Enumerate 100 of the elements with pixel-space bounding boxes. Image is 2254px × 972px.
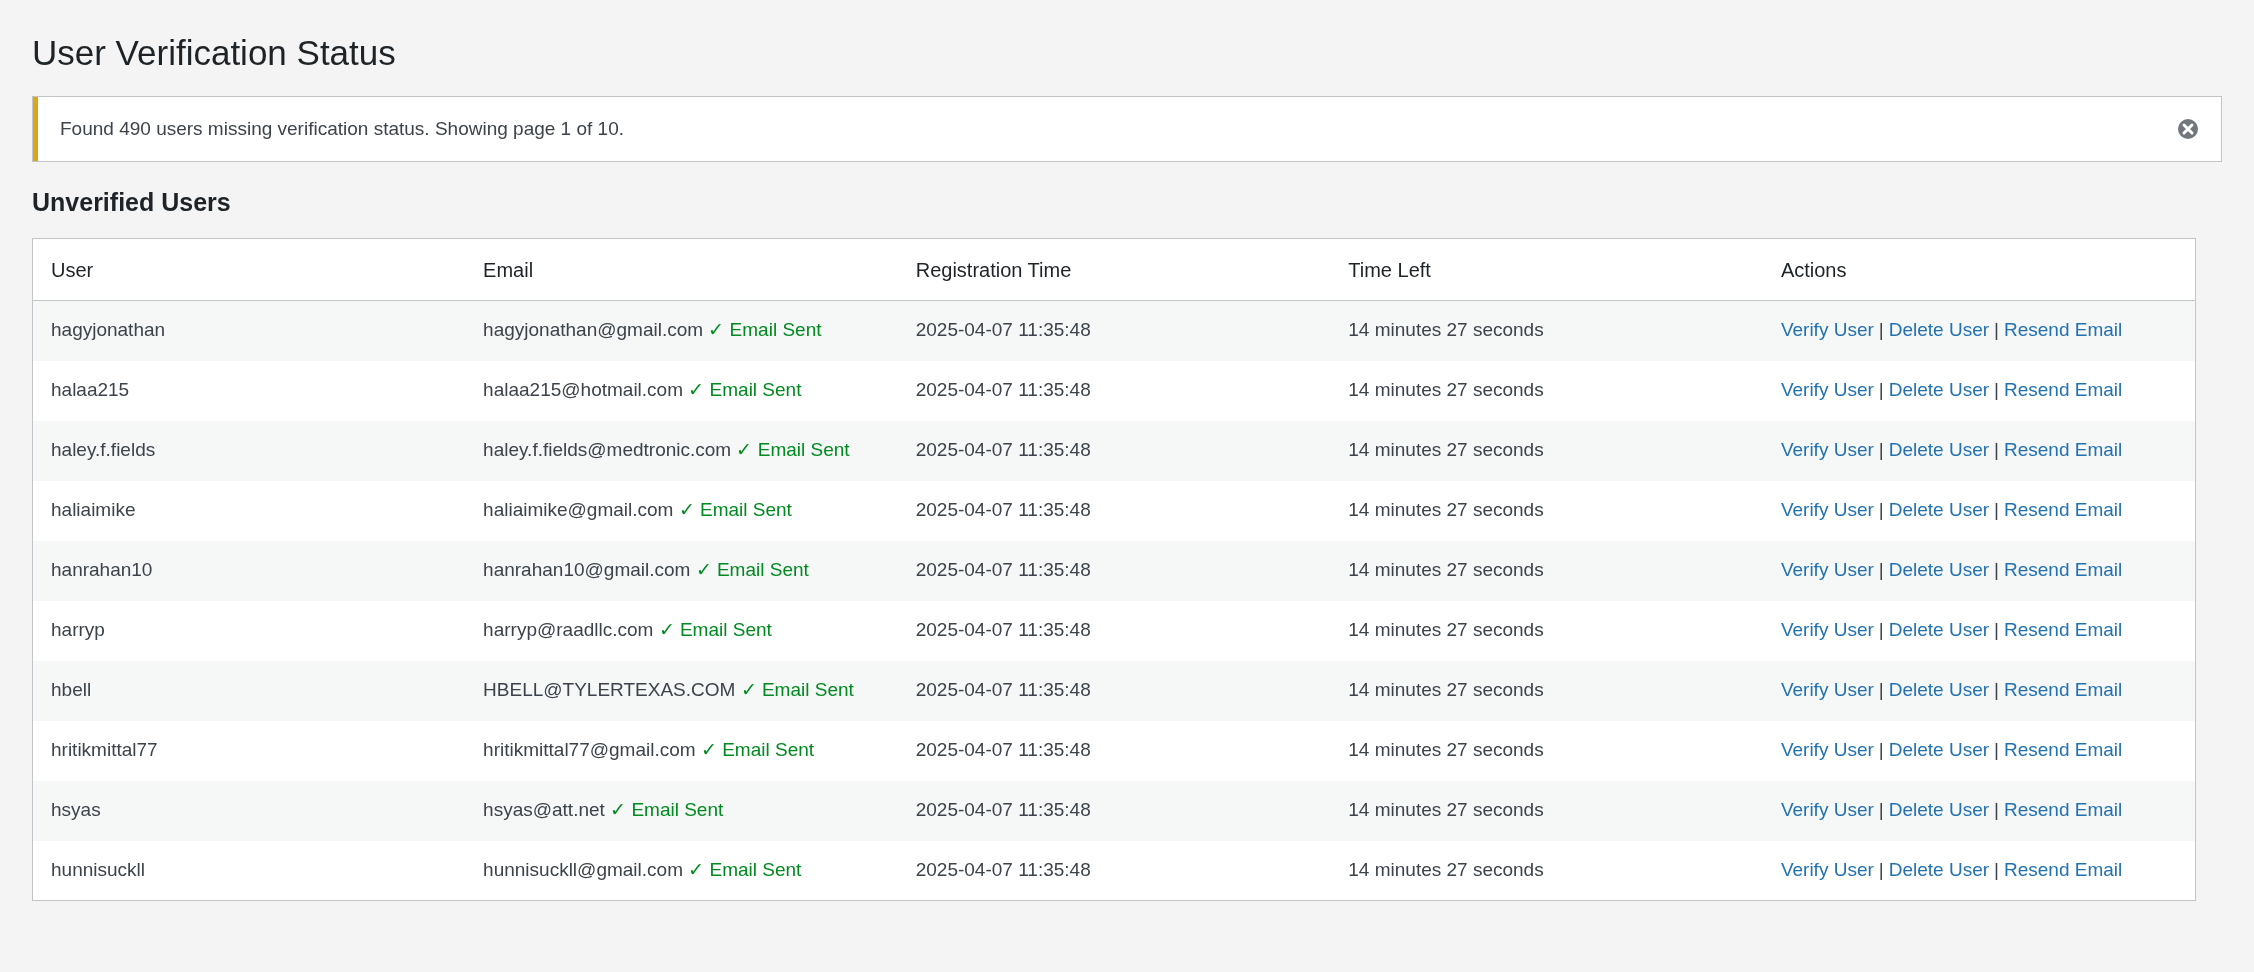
email-text: harryp@raadllc.com <box>483 618 654 640</box>
notice-text: Found 490 users missing verification status. Showing page 1 of 10. <box>60 116 625 141</box>
action-link[interactable]: Resend Email <box>2004 678 2123 700</box>
action-link[interactable]: Delete User <box>1888 738 1990 760</box>
separator-text: | <box>1878 438 1884 460</box>
action-link[interactable]: Verify User <box>1780 678 1874 700</box>
action-link[interactable]: Delete User <box>1888 438 1990 460</box>
action-link[interactable]: Delete User <box>1888 498 1990 520</box>
registration-time-cell: 2025-04-07 11:35:48 <box>897 540 1331 601</box>
time-left-cell: 14 minutes 27 seconds <box>1330 720 1763 781</box>
separator-text: | <box>1878 319 1884 340</box>
email-text: HBELL@TYLERTEXAS.COM <box>483 678 736 700</box>
registration-time-cell: 2025-04-07 11:35:48 <box>897 420 1331 481</box>
action-link[interactable]: Delete User <box>1888 378 1990 400</box>
column-header: Registration Time <box>897 238 1331 301</box>
action-link[interactable]: Verify User <box>1780 558 1874 580</box>
action-link[interactable]: Verify User <box>1780 738 1874 760</box>
registration-time-cell: 2025-04-07 11:35:48 <box>897 480 1331 541</box>
time-left-cell: 14 minutes 27 seconds <box>1330 660 1763 721</box>
page-title: User Verification Status <box>32 32 397 74</box>
user-cell: haley.f.fields <box>32 420 466 481</box>
registration-time-cell: 2025-04-07 11:35:48 <box>897 780 1331 841</box>
action-link[interactable]: Resend Email <box>2004 858 2123 880</box>
email-text: hunnisuckll@gmail.com <box>483 858 683 880</box>
action-link[interactable]: Resend Email <box>2004 798 2123 820</box>
separator-text: | <box>1878 738 1884 760</box>
email-text: halaa215@hotmail.com <box>483 378 683 400</box>
action-link[interactable]: Resend Email <box>2004 618 2123 640</box>
action-link[interactable]: Resend Email <box>2004 558 2123 580</box>
action-link[interactable]: Resend Email <box>2004 378 2123 400</box>
time-left-cell: 14 minutes 27 seconds <box>1330 780 1763 841</box>
registration-time-cell: 2025-04-07 11:35:48 <box>897 840 1331 901</box>
separator-text: | <box>1994 558 1999 580</box>
action-link[interactable]: Resend Email <box>2004 438 2123 460</box>
email-sent-status: ✓ Email Sent <box>688 858 802 880</box>
email-sent-status: ✓ Email Sent <box>695 558 809 580</box>
column-header: Actions <box>1762 238 2196 301</box>
action-link[interactable]: Delete User <box>1888 618 1990 640</box>
email-sent-status: ✓ Email Sent <box>708 319 822 340</box>
user-cell: hagyjonathan <box>32 300 466 361</box>
action-link[interactable]: Verify User <box>1780 438 1874 460</box>
separator-text: | <box>1994 738 1999 760</box>
email-text: hagyjonathan@gmail.com <box>483 319 704 340</box>
user-cell: hbell <box>32 660 466 721</box>
separator-text: | <box>1994 498 1999 520</box>
separator-text: | <box>1994 798 1999 820</box>
email-text: haliaimike@gmail.com <box>483 498 674 520</box>
action-link[interactable]: Delete User <box>1888 319 1990 340</box>
registration-time-cell: 2025-04-07 11:35:48 <box>897 300 1331 361</box>
action-link[interactable]: Verify User <box>1780 858 1874 880</box>
action-link[interactable]: Resend Email <box>2004 498 2123 520</box>
separator-text: | <box>1994 618 1999 640</box>
separator-text: | <box>1878 558 1884 580</box>
separator-text: | <box>1994 678 1999 700</box>
column-header: Time Left <box>1330 238 1763 301</box>
separator-text: | <box>1994 858 1999 880</box>
email-text: haley.f.fields@medtronic.com <box>483 438 732 460</box>
email-sent-status: ✓ Email Sent <box>736 438 850 460</box>
separator-text: | <box>1878 798 1884 820</box>
email-sent-status: ✓ Email Sent <box>610 798 724 820</box>
action-link[interactable]: Delete User <box>1888 858 1990 880</box>
separator-text: | <box>1994 378 1999 400</box>
user-cell: hunnisuckll <box>32 840 466 901</box>
email-text: hanrahan10@gmail.com <box>483 558 691 580</box>
registration-time-cell: 2025-04-07 11:35:48 <box>897 600 1331 661</box>
section-title: Unverified Users <box>32 187 232 218</box>
email-sent-status: ✓ Email Sent <box>678 498 792 520</box>
separator-text: | <box>1994 319 1999 340</box>
separator-text: | <box>1994 438 1999 460</box>
time-left-cell: 14 minutes 27 seconds <box>1330 600 1763 661</box>
separator-text: | <box>1878 618 1884 640</box>
action-link[interactable]: Verify User <box>1780 319 1874 340</box>
action-link[interactable]: Verify User <box>1780 378 1874 400</box>
email-sent-status: ✓ Email Sent <box>740 678 854 700</box>
action-link[interactable]: Delete User <box>1888 678 1990 700</box>
user-cell: hritikmittal77 <box>32 720 466 781</box>
time-left-cell: 14 minutes 27 seconds <box>1330 360 1763 421</box>
action-link[interactable]: Resend Email <box>2004 319 2123 340</box>
time-left-cell: 14 minutes 27 seconds <box>1330 420 1763 481</box>
separator-text: | <box>1878 378 1884 400</box>
action-link[interactable]: Verify User <box>1780 618 1874 640</box>
separator-text: | <box>1878 498 1884 520</box>
separator-text: | <box>1878 678 1884 700</box>
close-icon[interactable] <box>2177 118 2199 140</box>
user-cell: hsyas <box>32 780 466 841</box>
column-header: Email <box>465 238 898 301</box>
time-left-cell: 14 minutes 27 seconds <box>1330 540 1763 601</box>
action-link[interactable]: Delete User <box>1888 558 1990 580</box>
email-text: hritikmittal77@gmail.com <box>483 738 696 760</box>
column-header: User <box>32 238 466 301</box>
action-link[interactable]: Verify User <box>1780 498 1874 520</box>
email-text: hsyas@att.net <box>483 798 605 820</box>
time-left-cell: 14 minutes 27 seconds <box>1330 480 1763 541</box>
action-link[interactable]: Resend Email <box>2004 738 2123 760</box>
action-link[interactable]: Verify User <box>1780 798 1874 820</box>
action-link[interactable]: Delete User <box>1888 798 1990 820</box>
email-sent-status: ✓ Email Sent <box>658 618 772 640</box>
registration-time-cell: 2025-04-07 11:35:48 <box>897 660 1331 721</box>
registration-time-cell: 2025-04-07 11:35:48 <box>897 360 1331 421</box>
user-cell: haliaimike <box>32 480 466 541</box>
